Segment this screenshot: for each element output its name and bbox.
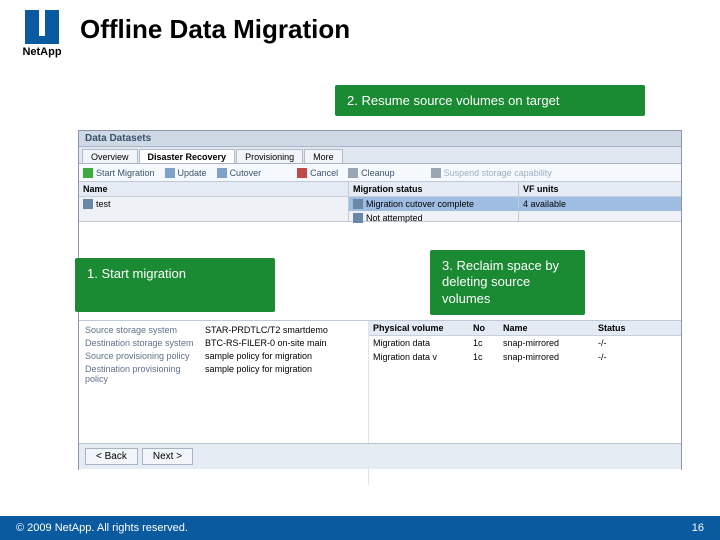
callout-step-2: 2. Resume source volumes on target	[335, 85, 645, 116]
brand-block: NetApp	[12, 10, 72, 58]
toolbar-cleanup[interactable]: Cleanup	[348, 168, 395, 178]
toolbar-cutover[interactable]: Cutover	[217, 168, 262, 178]
th-name[interactable]: Name	[499, 321, 594, 335]
status-icon	[353, 199, 363, 209]
tab-disaster-recovery[interactable]: Disaster Recovery	[139, 149, 236, 163]
toolbar: Start Migration Update Cutover Cancel Cl…	[79, 164, 681, 182]
detail-val-source: STAR-PRDTLC/T2 smartdemo	[205, 325, 362, 335]
back-button[interactable]: < Back	[85, 448, 138, 465]
detail-val-dstpolicy: sample policy for migration	[205, 364, 362, 384]
cancel-icon	[297, 168, 307, 178]
th-no[interactable]: No	[469, 321, 499, 335]
suspend-icon	[431, 168, 441, 178]
volume-icon	[83, 199, 93, 209]
cleanup-icon	[348, 168, 358, 178]
callout-step-1: 1. Start migration	[75, 258, 275, 312]
row-migration-status-text: Not attempted	[349, 211, 518, 225]
callout-step-3: 3. Reclaim space by deleting source volu…	[430, 250, 585, 315]
detail-key-srcpolicy: Source provisioning policy	[85, 351, 205, 361]
row-name[interactable]: test	[79, 197, 348, 211]
detail-val-dest: BTC-RS-FILER-0 on-site main	[205, 338, 362, 348]
row-vfunits[interactable]: 4 available	[519, 197, 681, 211]
slide-footer: © 2009 NetApp. All rights reserved. 16	[0, 516, 720, 540]
detail-key-source: Source storage system	[85, 325, 205, 335]
play-icon	[83, 168, 93, 178]
column-header-vfunits[interactable]: VF units	[519, 182, 681, 197]
window-title: Data Datasets	[79, 131, 681, 147]
cutover-icon	[217, 168, 227, 178]
tab-strip: Overview Disaster Recovery Provisioning …	[79, 147, 681, 164]
th-status[interactable]: Status	[594, 321, 654, 335]
next-button[interactable]: Next >	[142, 448, 193, 465]
copyright: © 2009 NetApp. All rights reserved.	[16, 522, 188, 534]
toolbar-update[interactable]: Update	[165, 168, 207, 178]
netapp-logo-icon	[25, 10, 59, 44]
tab-more[interactable]: More	[304, 149, 343, 163]
page-title: Offline Data Migration	[80, 14, 350, 45]
detail-val-srcpolicy: sample policy for migration	[205, 351, 362, 361]
column-header-name[interactable]: Name	[79, 182, 348, 197]
column-header-migstatus[interactable]: Migration status	[349, 182, 518, 197]
table-row[interactable]: Migration data v 1c snap-mirrored -/-	[369, 350, 681, 364]
dot-icon	[353, 213, 363, 223]
toolbar-suspend[interactable]: Suspend storage capability	[431, 168, 552, 178]
row-migration-status-label[interactable]: Migration cutover complete	[349, 197, 518, 211]
toolbar-start-migration[interactable]: Start Migration	[83, 168, 155, 178]
tab-provisioning[interactable]: Provisioning	[236, 149, 303, 163]
toolbar-cancel[interactable]: Cancel	[297, 168, 338, 178]
brand-name: NetApp	[22, 46, 61, 58]
tab-overview[interactable]: Overview	[82, 149, 138, 163]
detail-key-dest: Destination storage system	[85, 338, 205, 348]
button-bar: < Back Next >	[79, 443, 681, 469]
update-icon	[165, 168, 175, 178]
th-physical[interactable]: Physical volume	[369, 321, 469, 335]
page-number: 16	[692, 522, 704, 534]
detail-key-dstpolicy: Destination provisioning policy	[85, 364, 205, 384]
table-row[interactable]: Migration data 1c snap-mirrored -/-	[369, 336, 681, 350]
